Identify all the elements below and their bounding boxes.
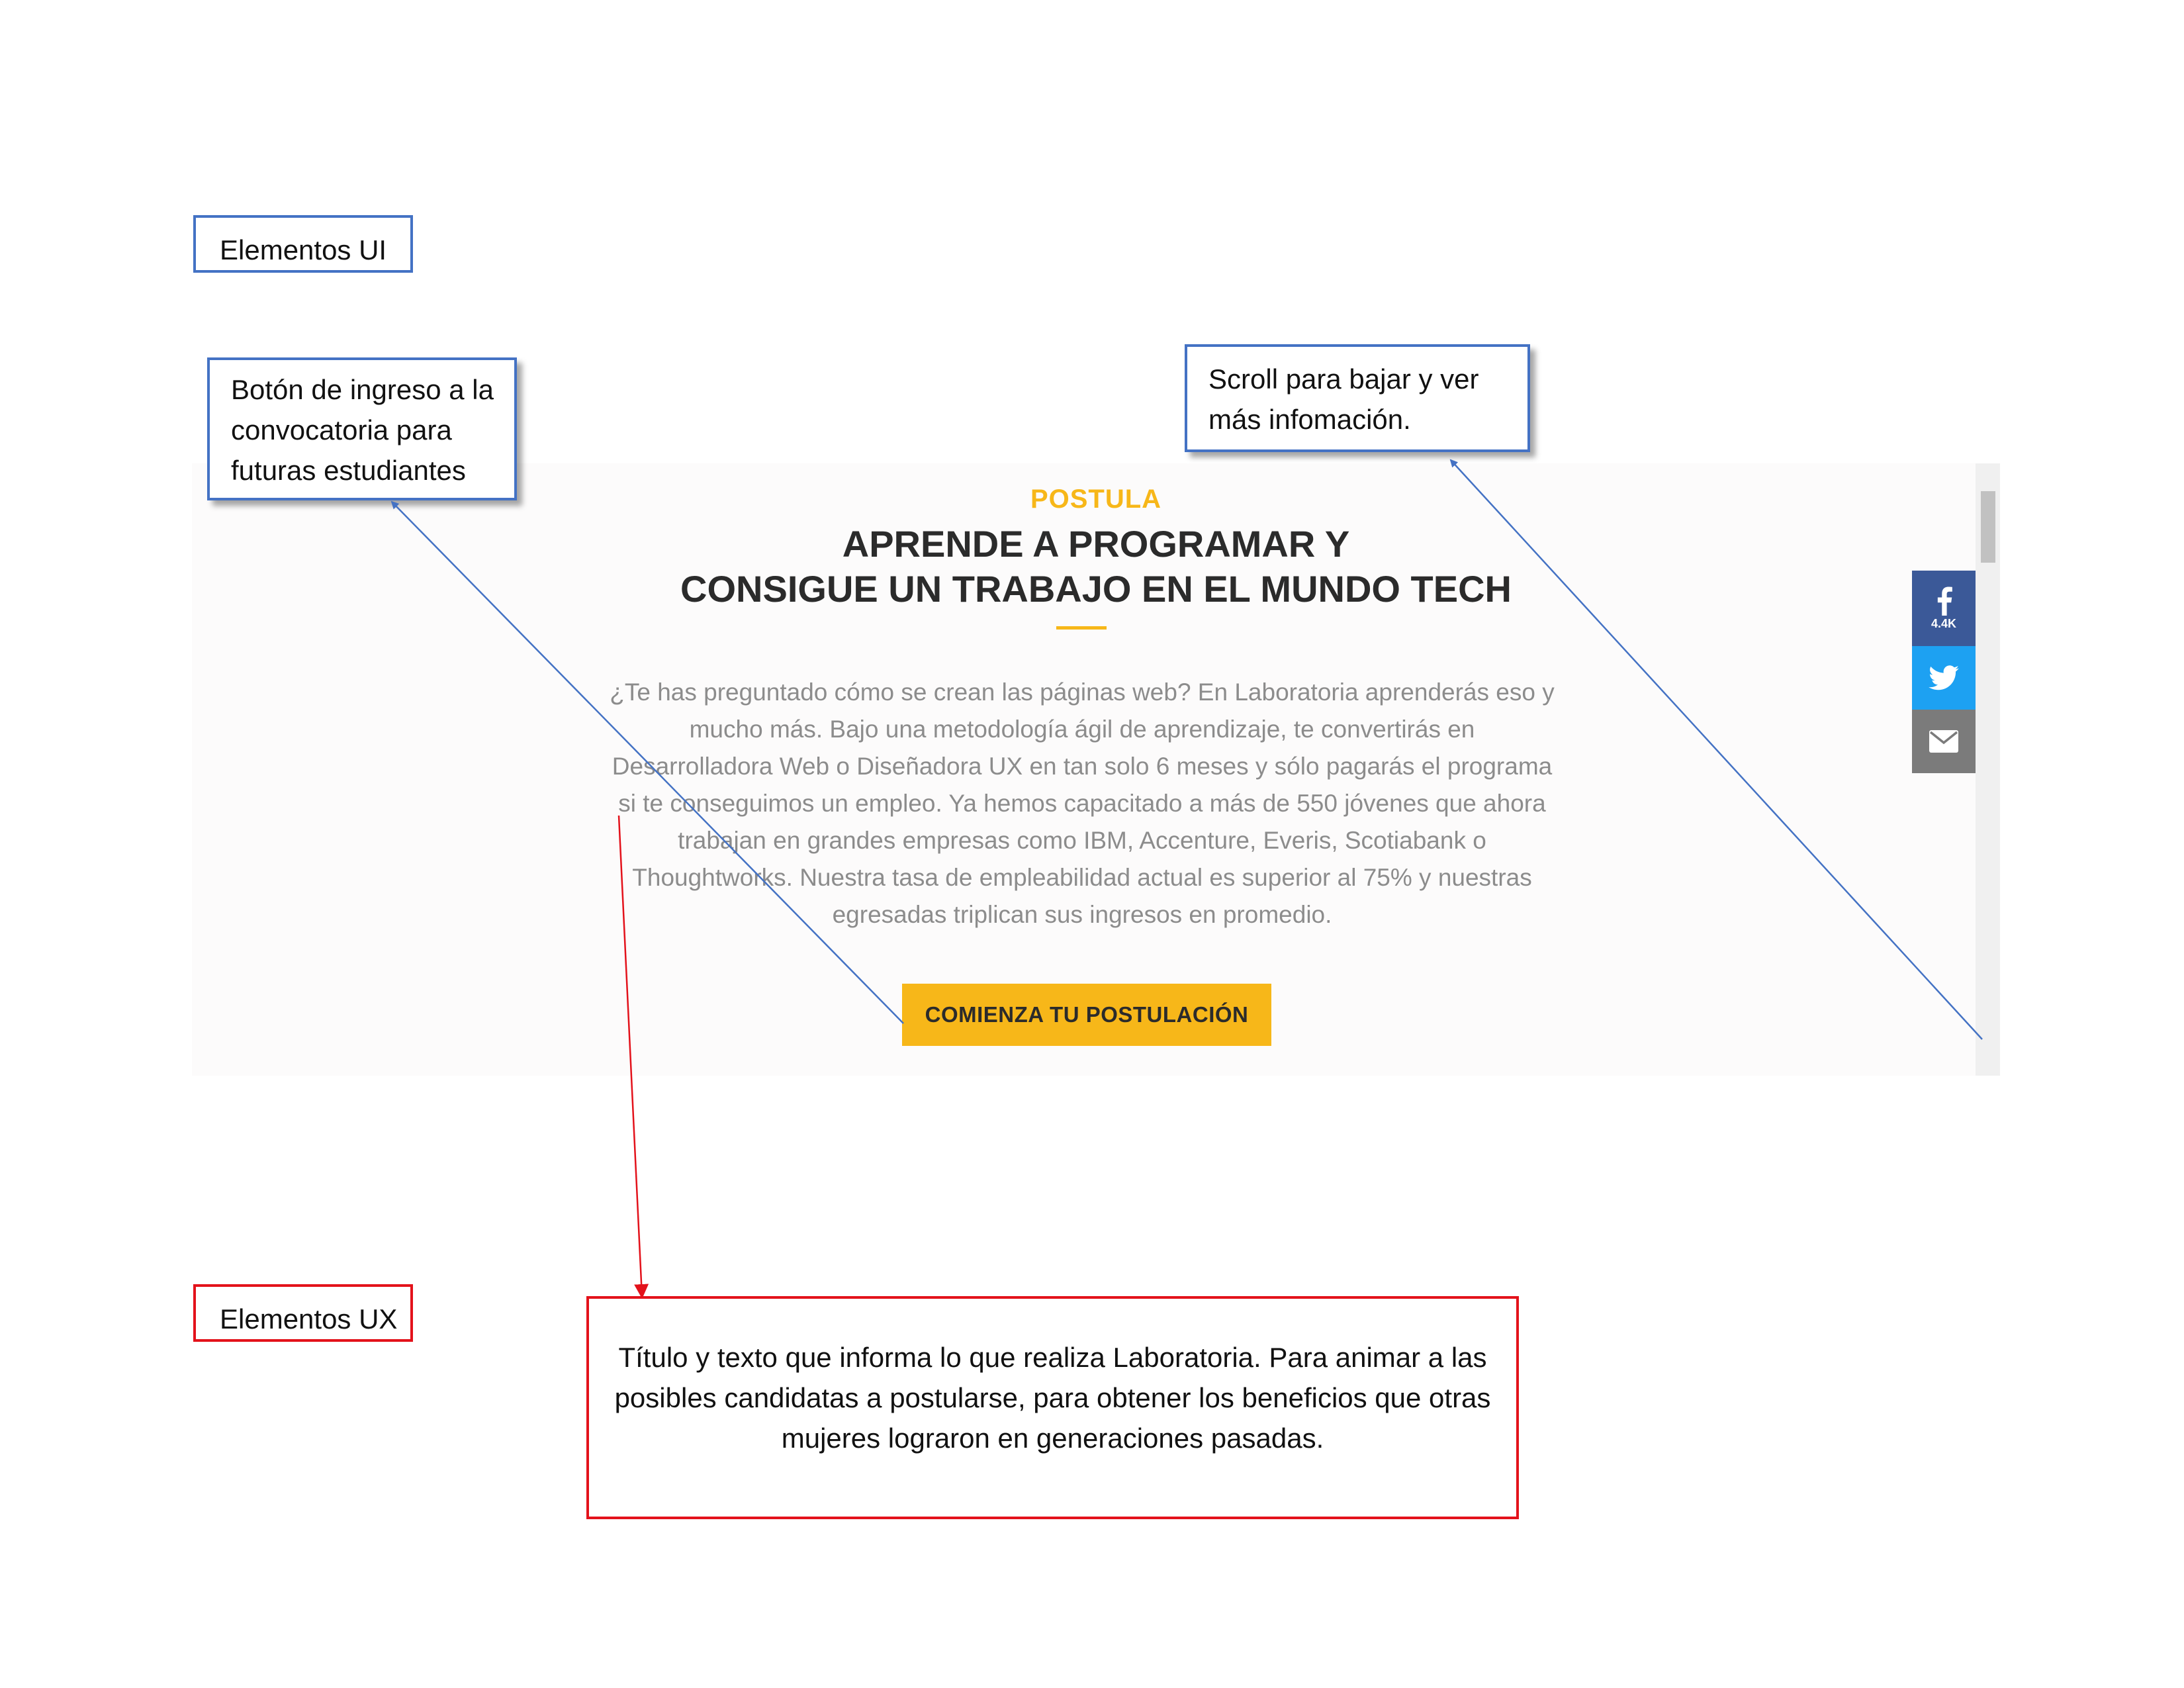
intro-line: trabajan en grandes empresas como IBM, A… [678, 827, 1486, 854]
intro-line: si te conseguimos un empleo. Ya hemos ca… [618, 790, 1546, 817]
facebook-icon [1937, 586, 1952, 616]
headline-line: APRENDE A PROGRAMAR Y [842, 523, 1350, 565]
twitter-icon [1929, 665, 1959, 690]
headline-line: CONSIGUE UN TRABAJO EN EL MUNDO TECH [680, 568, 1512, 610]
twitter-share-button[interactable] [1912, 646, 1976, 710]
intro-line: mucho más. Bajo una metodología ágil de … [689, 716, 1475, 743]
callout-line: mujeres lograron en generaciones pasadas… [781, 1423, 1324, 1454]
button-callout: Botón de ingreso a la convocatoria para … [207, 357, 517, 500]
scroll-callout: Scroll para bajar y ver más infomación. [1185, 344, 1530, 452]
facebook-share-count: 4.4K [1931, 616, 1957, 630]
ui-elements-label-text: Elementos UI [220, 234, 387, 265]
start-application-button[interactable]: COMIENZA TU POSTULACIÓN [902, 984, 1271, 1046]
envelope-icon [1929, 730, 1958, 753]
email-share-button[interactable] [1912, 710, 1976, 773]
intro-paragraph: ¿Te has preguntado cómo se crean las pág… [563, 674, 1602, 933]
ui-elements-label: Elementos UI [193, 215, 413, 273]
callout-line: Botón de ingreso a la [231, 374, 494, 405]
intro-line: Desarrolladora Web o Diseñadora UX en ta… [612, 753, 1553, 780]
intro-line: ¿Te has preguntado cómo se crean las pág… [610, 679, 1555, 706]
website-section: POSTULA APRENDE A PROGRAMAR Y CONSIGUE U… [192, 463, 2000, 1076]
callout-line: más infomación. [1208, 404, 1411, 435]
callout-line: convocatoria para [231, 414, 452, 445]
ux-elements-label: Elementos UX [193, 1284, 413, 1342]
ux-callout: Título y texto que informa lo que realiz… [586, 1296, 1519, 1519]
intro-line: egresadas triplican sus ingresos en prom… [832, 901, 1332, 928]
headline-underline [1056, 626, 1107, 630]
scrollbar-thumb[interactable] [1981, 491, 1995, 563]
callout-line: posibles candidatas a postularse, para o… [614, 1382, 1491, 1413]
callout-line: Scroll para bajar y ver [1208, 363, 1479, 395]
facebook-share-button[interactable]: 4.4K [1912, 571, 1976, 646]
ux-elements-label-text: Elementos UX [220, 1303, 398, 1335]
callout-line: Título y texto que informa lo que realiz… [618, 1342, 1487, 1373]
callout-line: futuras estudiantes [231, 455, 466, 486]
intro-line: Thoughtworks. Nuestra tasa de empleabili… [632, 864, 1532, 891]
scrollbar[interactable] [1976, 463, 2000, 1076]
page-headline: APRENDE A PROGRAMAR Y CONSIGUE UN TRABAJ… [192, 522, 2000, 612]
